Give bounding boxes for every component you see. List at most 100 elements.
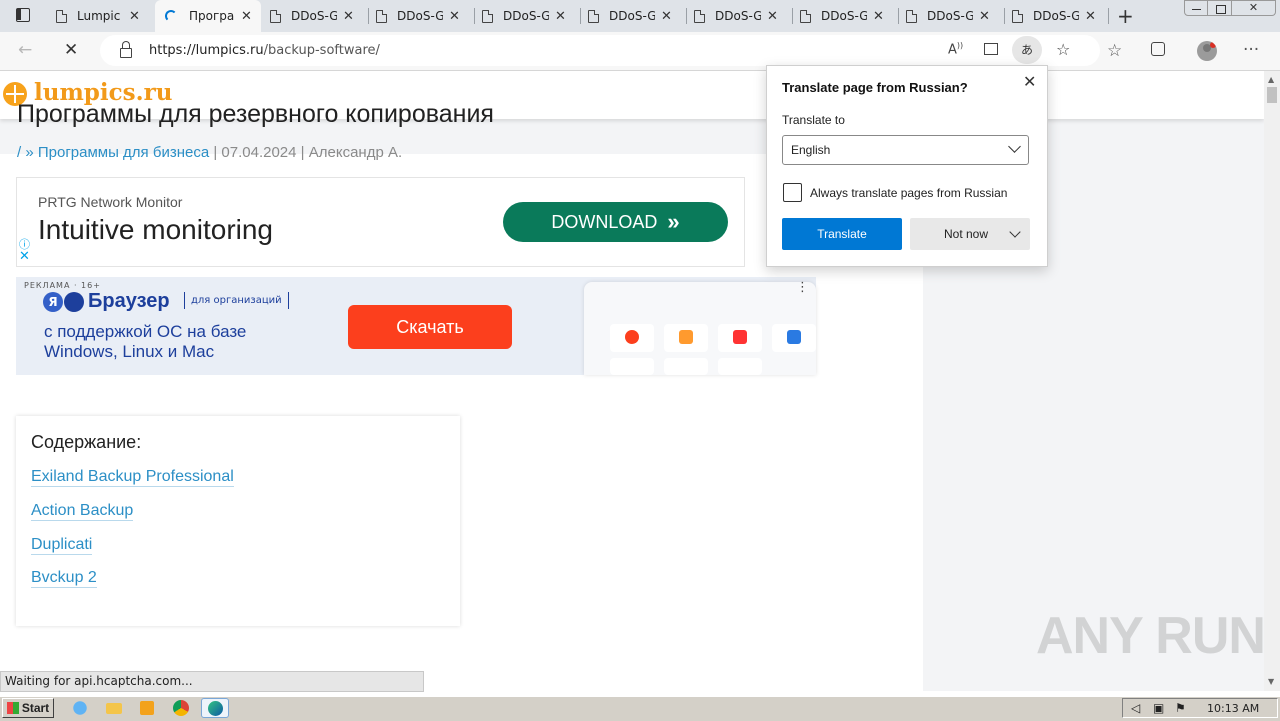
- windows-taskbar: [0, 696, 1280, 721]
- double-chevron-icon: »: [667, 209, 680, 234]
- translate-button[interactable]: Translate: [782, 218, 902, 250]
- start-button[interactable]: Start: [2, 698, 54, 718]
- yandex-browser-ad[interactable]: РЕКЛАМА · 16+ Я Браузер для организаций …: [16, 277, 816, 375]
- breadcrumb-home[interactable]: / »: [17, 144, 34, 161]
- tab-ddos[interactable]: DDoS-G ✕: [262, 0, 368, 32]
- tab-ddos[interactable]: DDoS-G ✕: [898, 0, 1004, 32]
- language-select-value: English: [791, 143, 831, 157]
- toc-link[interactable]: Action Backup: [31, 502, 134, 521]
- anyrun-watermark: ANY RUN: [1036, 607, 1266, 665]
- always-translate-checkbox[interactable]: [783, 183, 802, 202]
- network-icon[interactable]: ▣: [1153, 701, 1164, 715]
- tab-active-programs[interactable]: Програ ✕: [155, 0, 261, 32]
- stop-loading-icon[interactable]: ✕: [64, 40, 78, 60]
- tab-label: Lumpic: [77, 9, 121, 23]
- page-scrollbar[interactable]: ▲ ▼: [1264, 71, 1280, 691]
- author-name: Александр А.: [308, 144, 403, 161]
- translate-icon[interactable]: あ: [1012, 36, 1042, 64]
- publish-date: 07.04.2024: [221, 144, 297, 161]
- tab-label: DDoS-G: [291, 9, 337, 23]
- scrollbar-thumb[interactable]: [1267, 87, 1277, 103]
- ad2-download-button[interactable]: Скачать: [348, 305, 512, 349]
- lock-shackle-icon: [122, 41, 130, 48]
- close-tab-icon[interactable]: ✕: [129, 9, 140, 24]
- category-link[interactable]: Программы для бизнеса: [38, 144, 209, 161]
- toc-link[interactable]: Exiland Backup Professional: [31, 468, 234, 487]
- tab-label: DDoS-G: [609, 9, 655, 23]
- close-tab-icon[interactable]: ✕: [343, 9, 354, 24]
- ad-options-icon[interactable]: ⋮: [796, 280, 809, 295]
- always-translate-label: Always translate pages from Russian: [810, 186, 1008, 200]
- close-tab-icon[interactable]: ✕: [979, 9, 990, 24]
- ad-age-tag: РЕКЛАМА · 16+: [24, 281, 101, 290]
- read-aloud-icon[interactable]: A)): [948, 41, 963, 57]
- close-popup-icon[interactable]: ✕: [1023, 72, 1036, 92]
- collections-icon[interactable]: [1151, 42, 1165, 56]
- download-button[interactable]: DOWNLOAD »: [503, 202, 728, 242]
- lock-icon[interactable]: [120, 48, 132, 58]
- tab-label: DDoS-G: [1033, 9, 1079, 23]
- close-tab-icon[interactable]: ✕: [1085, 9, 1096, 24]
- toc-title: Содержание:: [31, 432, 142, 452]
- minimize-window-icon[interactable]: [1184, 0, 1208, 16]
- yandex-logo-icon: Я: [43, 292, 63, 312]
- ad2-brand-sub: для организаций: [184, 292, 289, 309]
- toc-link[interactable]: Duplicati: [31, 536, 93, 555]
- internet-explorer-icon[interactable]: [70, 698, 90, 718]
- profile-avatar[interactable]: [1197, 41, 1217, 61]
- add-favorite-icon[interactable]: ☆: [1056, 40, 1070, 59]
- address-bar[interactable]: https://lumpics.ru/backup-software/ A)) …: [100, 35, 1100, 66]
- chevron-down-icon[interactable]: [1009, 226, 1021, 238]
- start-label: Start: [21, 701, 50, 715]
- close-tab-icon[interactable]: ✕: [873, 9, 884, 24]
- language-select[interactable]: English: [782, 135, 1029, 165]
- ad-close-icon[interactable]: ✕: [19, 249, 30, 264]
- browser-preview-image: [584, 282, 816, 375]
- tab-label: Програ: [189, 9, 235, 23]
- page-icon: [588, 9, 599, 23]
- status-bar: Waiting for api.hcaptcha.com...: [0, 671, 424, 692]
- close-tab-icon[interactable]: ✕: [661, 9, 672, 24]
- tab-ddos[interactable]: DDoS-G ✕: [1004, 0, 1110, 32]
- chevron-down-icon: [1008, 140, 1021, 153]
- close-window-icon[interactable]: ✕: [1232, 0, 1276, 16]
- page-icon: [56, 9, 67, 23]
- not-now-button[interactable]: Not now: [910, 218, 1030, 250]
- tab-label: DDoS-G: [397, 9, 443, 23]
- ad2-brand: Браузер: [88, 290, 170, 312]
- favorites-icon[interactable]: ☆: [1107, 41, 1122, 61]
- ad-brand: PRTG Network Monitor: [38, 194, 183, 210]
- tab-ddos[interactable]: DDoS-G ✕: [368, 0, 474, 32]
- close-tab-icon[interactable]: ✕: [767, 9, 778, 24]
- close-tab-icon[interactable]: ✕: [449, 9, 460, 24]
- more-menu-icon[interactable]: ···: [1243, 40, 1259, 60]
- tab-actions-icon[interactable]: [16, 8, 30, 22]
- new-tab-icon[interactable]: +: [1117, 4, 1134, 28]
- tab-ddos[interactable]: DDoS-G ✕: [580, 0, 686, 32]
- prtg-ad-banner[interactable]: PRTG Network Monitor Intuitive monitorin…: [16, 177, 745, 267]
- tab-ddos[interactable]: DDoS-G ✕: [474, 0, 580, 32]
- chrome-icon[interactable]: [171, 698, 191, 718]
- page-icon: [482, 9, 493, 23]
- volume-icon[interactable]: ◁: [1131, 701, 1140, 715]
- tab-lumpics[interactable]: Lumpic ✕: [48, 0, 154, 32]
- url-host: https://lumpics.ru: [149, 43, 264, 58]
- translate-popup: Translate page from Russian? ✕ Translate…: [766, 65, 1048, 267]
- restore-window-icon[interactable]: [1208, 0, 1232, 16]
- popup-title: Translate page from Russian?: [782, 80, 968, 95]
- toc-link[interactable]: Bvckup 2: [31, 569, 97, 588]
- flag-icon[interactable]: ⚑: [1175, 701, 1186, 715]
- back-arrow-icon[interactable]: ←: [18, 40, 32, 60]
- media-player-icon[interactable]: [137, 698, 157, 718]
- edge-icon[interactable]: [201, 698, 229, 718]
- folder-icon[interactable]: [104, 698, 124, 718]
- close-tab-icon[interactable]: ✕: [241, 9, 252, 24]
- tab-label: DDoS-G: [927, 9, 973, 23]
- page-icon: [1012, 9, 1023, 23]
- close-tab-icon[interactable]: ✕: [555, 9, 566, 24]
- system-tray: ◁ ▣ ⚑ 10:13 AM: [1122, 698, 1278, 718]
- table-of-contents: Содержание: Exiland Backup Professional …: [16, 416, 460, 626]
- tab-ddos[interactable]: DDoS-G ✕: [792, 0, 898, 32]
- reader-view-icon[interactable]: [984, 43, 998, 55]
- tab-ddos[interactable]: DDoS-G ✕: [686, 0, 792, 32]
